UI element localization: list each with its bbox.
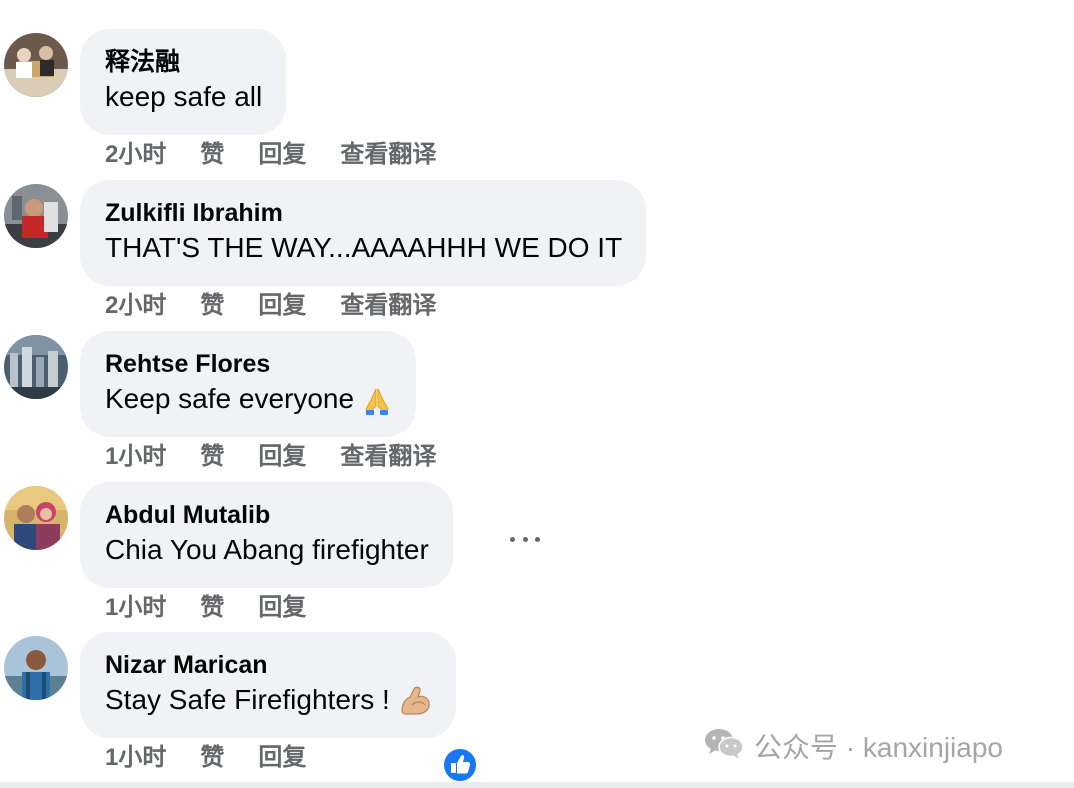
comment-actions: 1小时 赞 回复 [105,742,340,774]
like-action[interactable]: 赞 [200,139,224,171]
like-action[interactable]: 赞 [200,441,224,473]
comment-author[interactable]: Nizar Marican [105,650,432,682]
comment-actions: 1小时 赞 回复 查看翻译 [105,441,470,473]
like-action[interactable]: 赞 [200,742,224,774]
comment-author[interactable]: Zulkifli Ibrahim [105,198,622,230]
reply-action[interactable]: 回复 [258,290,306,322]
comment-bubble: Zulkifli Ibrahim THAT'S THE WAY...AAAAHH… [80,180,647,286]
comment-text: keep safe all [105,81,263,112]
comment-text-content: Keep safe everyone [105,383,355,414]
comment-time[interactable]: 1小时 [105,592,166,624]
avatar[interactable] [4,486,68,550]
more-options-icon[interactable] [510,534,540,544]
comment-text: Stay Safe Firefighters ! [105,682,432,726]
comment-author[interactable]: Abdul Mutalib [105,500,429,532]
avatar[interactable] [4,184,68,248]
comment-time[interactable]: 1小时 [105,742,166,774]
avatar[interactable] [4,335,68,399]
comment-author[interactable]: 释法融 [105,47,262,79]
comment-time[interactable]: 2小时 [105,139,166,171]
reply-action[interactable]: 回复 [258,742,306,774]
watermark: 公众号 · kanxinjiapo [704,726,1003,766]
avatar[interactable] [4,636,68,700]
comment-bubble: Abdul Mutalib Chia You Abang firefighter [80,482,453,588]
comment-time[interactable]: 2小时 [105,290,166,322]
comment-actions: 2小时 赞 回复 查看翻译 [105,139,470,171]
comment-item: Rehtse Flores Keep safe everyone 1小时 赞 回… [0,331,1074,482]
comment-actions: 1小时 赞 回复 [105,592,340,624]
comment-bubble: Rehtse Flores Keep safe everyone [80,331,417,437]
like-action[interactable]: 赞 [200,290,224,322]
comment-item: Abdul Mutalib Chia You Abang firefighter… [0,482,1074,633]
comment-text: Chia You Abang firefighter [105,534,429,565]
comment-text: THAT'S THE WAY...AAAAHHH WE DO IT [105,232,623,263]
like-action[interactable]: 赞 [200,592,224,624]
reply-action[interactable]: 回复 [258,592,306,624]
reply-action[interactable]: 回复 [258,441,306,473]
divider [0,782,1074,788]
comment-bubble: Nizar Marican Stay Safe Firefighters ! [80,632,456,738]
comment-author[interactable]: Rehtse Flores [105,349,392,381]
flexed-biceps-emoji [398,685,432,726]
comment-text-content: Stay Safe Firefighters ! [105,684,390,715]
wechat-icon [704,726,744,767]
comment-actions: 2小时 赞 回复 查看翻译 [105,290,470,322]
see-translation-action[interactable]: 查看翻译 [340,139,436,171]
comment-item: 释法融 keep safe all 2小时 赞 回复 查看翻译 [0,29,1074,180]
watermark-text: 公众号 · kanxinjiapo [754,732,1003,763]
avatar[interactable] [4,33,68,97]
thumbs-up-icon[interactable] [442,747,478,783]
comment-item: Zulkifli Ibrahim THAT'S THE WAY...AAAAHH… [0,180,1074,331]
comment-bubble: 释法融 keep safe all [80,29,287,135]
comment-time[interactable]: 1小时 [105,441,166,473]
reply-action[interactable]: 回复 [258,139,306,171]
see-translation-action[interactable]: 查看翻译 [340,441,436,473]
comment-text: Keep safe everyone [105,381,392,425]
folded-hands-emoji [362,386,392,425]
see-translation-action[interactable]: 查看翻译 [340,290,436,322]
